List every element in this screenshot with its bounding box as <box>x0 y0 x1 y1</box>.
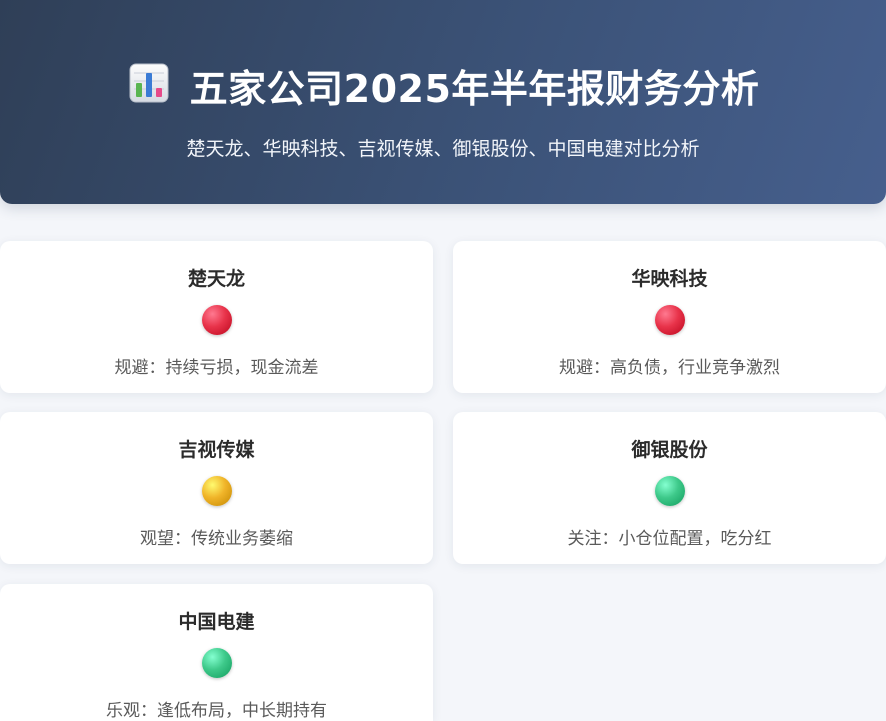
company-card-huaying: 华映科技 规避：高负债，行业竞争激烈 <box>453 241 886 393</box>
status-red-indicator <box>201 305 232 335</box>
company-recommendation: 规避：高负债，行业竞争激烈 <box>559 358 780 378</box>
company-recommendation: 观望：传统业务萎缩 <box>140 529 293 549</box>
report-header: 五家公司2025年半年报财务分析 楚天龙、华映科技、吉视传媒、御银股份、中国电建… <box>0 0 886 204</box>
company-name: 御银股份 <box>631 439 708 461</box>
title-row: 五家公司2025年半年报财务分析 <box>0 58 886 113</box>
status-red-indicator <box>654 305 685 335</box>
bar-chart-icon <box>129 63 169 102</box>
company-card-jishi: 吉视传媒 观望：传统业务萎缩 <box>0 412 433 564</box>
company-card-yuyin: 御银股份 关注：小仓位配置，吃分红 <box>453 412 886 564</box>
company-name: 华映科技 <box>631 268 708 290</box>
status-yellow-indicator <box>201 476 232 506</box>
company-card-chutianlong: 楚天龙 规避：持续亏损，现金流差 <box>0 241 433 393</box>
company-recommendation: 乐观：逢低布局，中长期持有 <box>106 701 327 721</box>
page-subtitle: 楚天龙、华映科技、吉视传媒、御银股份、中国电建对比分析 <box>186 138 700 160</box>
company-card-zhongguodianjian: 中国电建 乐观：逢低布局，中长期持有 <box>0 584 433 721</box>
status-green-indicator <box>654 476 685 506</box>
company-name: 吉视传媒 <box>178 439 255 461</box>
company-name: 中国电建 <box>178 611 255 633</box>
company-name: 楚天龙 <box>187 268 245 290</box>
company-recommendation: 关注：小仓位配置，吃分红 <box>567 529 772 549</box>
company-recommendation: 规避：持续亏损，现金流差 <box>114 358 319 378</box>
status-green-indicator <box>201 648 232 678</box>
page-title: 五家公司2025年半年报财务分析 <box>189 67 760 111</box>
